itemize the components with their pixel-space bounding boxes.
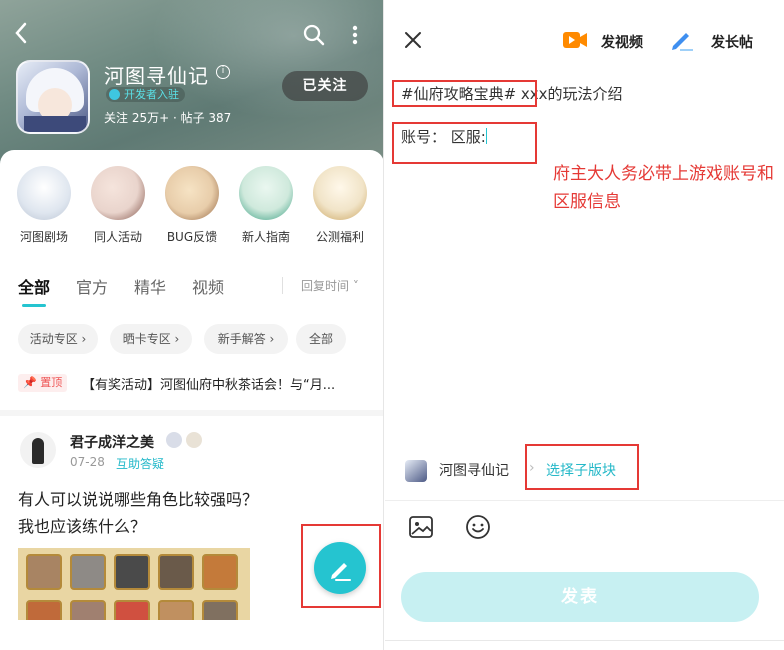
category-icon: [165, 166, 219, 220]
chip-card-showcase[interactable]: 晒卡专区 ›: [110, 324, 192, 354]
more-vertical-icon[interactable]: [350, 24, 360, 46]
post-image[interactable]: [18, 548, 250, 620]
screenshot-composite: 河图寻仙记 i 开发者入驻 关注 25万+ · 帖子 387 已关注 河图剧场 …: [0, 0, 784, 650]
follow-button[interactable]: 已关注: [282, 71, 368, 101]
post-author[interactable]: 君子成洋之美: [70, 432, 154, 452]
emoji-icon[interactable]: [465, 514, 491, 540]
highlight-box: [392, 80, 537, 107]
post-date: 07-28: [70, 455, 105, 469]
post-article-button[interactable]: 发长帖: [711, 32, 753, 52]
forum-stats: 关注 25万+ · 帖子 387: [104, 111, 232, 125]
close-icon[interactable]: [403, 30, 423, 50]
category-item[interactable]: 公测福利: [304, 166, 376, 245]
image-icon[interactable]: [409, 516, 433, 538]
post-filter-tabs: 全部 官方 精华 视频 回复时间 ˅: [0, 262, 383, 310]
pinned-post[interactable]: 📌 置顶 【有奖活动】河图仙府中秋茶话会！与“月...: [18, 372, 378, 394]
game-title: 河图寻仙记: [104, 64, 209, 88]
tab-featured[interactable]: 精华: [134, 274, 166, 298]
game-avatar[interactable]: [16, 60, 90, 134]
game-avatar: [405, 460, 427, 482]
category-item[interactable]: BUG反馈: [156, 166, 228, 245]
category-icon: [17, 166, 71, 220]
sort-dropdown[interactable]: 回复时间 ˅: [282, 277, 359, 294]
verified-icon: [109, 89, 120, 100]
post-content-line: 我也应该练什么？: [18, 517, 147, 536]
board-name: 河图寻仙记: [439, 463, 509, 479]
post-composer: 发视频 发长帖 #仙府攻略宝典# xxx的玩法介绍 账号： 区服: 府主大人务必…: [385, 0, 784, 650]
publish-button[interactable]: 发表: [401, 572, 759, 622]
tab-video[interactable]: 视频: [192, 274, 224, 298]
category-label: 同人活动: [93, 230, 142, 244]
category-icon: [239, 166, 293, 220]
category-item[interactable]: 河图剧场: [8, 166, 80, 245]
divider: [0, 410, 383, 416]
tab-all[interactable]: 全部: [18, 274, 50, 298]
category-shortcuts: 河图剧场 同人活动 BUG反馈 新人指南 公测福利: [0, 150, 383, 262]
medal-icon: [166, 432, 182, 448]
category-label: 新人指南: [241, 230, 290, 244]
developer-badge: 开发者入驻: [106, 87, 185, 102]
divider: [385, 640, 784, 641]
medal-icon: [186, 432, 202, 448]
section-chips: 活动专区 › 晒卡专区 › 新手解答 › 全部: [0, 322, 383, 356]
avatar[interactable]: [20, 432, 56, 468]
category-label: 公测福利: [315, 230, 364, 244]
category-item[interactable]: 新人指南: [230, 166, 302, 245]
chevron-left-icon[interactable]: [14, 22, 36, 46]
chip-all[interactable]: 全部: [296, 324, 346, 354]
category-label: BUG反馈: [166, 230, 218, 244]
category-icon: [313, 166, 367, 220]
pinned-post-title: 【有奖活动】河图仙府中秋茶话会！与“月...: [82, 378, 336, 393]
category-label: 河图剧场: [19, 230, 68, 244]
chip-activity[interactable]: 活动专区 ›: [18, 324, 98, 354]
annotation-note: 府主大人务必带上游戏账号和区服信息: [553, 164, 774, 212]
forum-page: 河图寻仙记 i 开发者入驻 关注 25万+ · 帖子 387 已关注 河图剧场 …: [0, 0, 384, 650]
highlight-box: [392, 122, 537, 164]
highlight-box: [301, 524, 381, 608]
post-content[interactable]: 有人可以说说哪些角色比较强吗？ 我也应该练什么？: [18, 486, 298, 540]
highlight-box: [525, 444, 639, 490]
chip-newbie[interactable]: 新手解答 ›: [204, 324, 288, 354]
category-icon: [91, 166, 145, 220]
info-icon[interactable]: i: [216, 65, 230, 79]
post-topic-link[interactable]: 互助答疑: [116, 455, 164, 472]
category-item[interactable]: 同人活动: [82, 166, 154, 245]
post-content-line: 有人可以说说哪些角色比较强吗？: [18, 490, 259, 509]
video-icon[interactable]: [563, 31, 587, 49]
pinned-badge: 📌 置顶: [18, 374, 68, 392]
divider: [385, 500, 784, 501]
developer-badge-label: 开发者入驻: [124, 88, 179, 101]
active-tab-indicator: [22, 304, 46, 307]
pen-icon[interactable]: [670, 29, 694, 51]
post-video-button[interactable]: 发视频: [601, 32, 643, 52]
tab-official[interactable]: 官方: [76, 274, 108, 298]
search-icon[interactable]: [303, 24, 325, 46]
